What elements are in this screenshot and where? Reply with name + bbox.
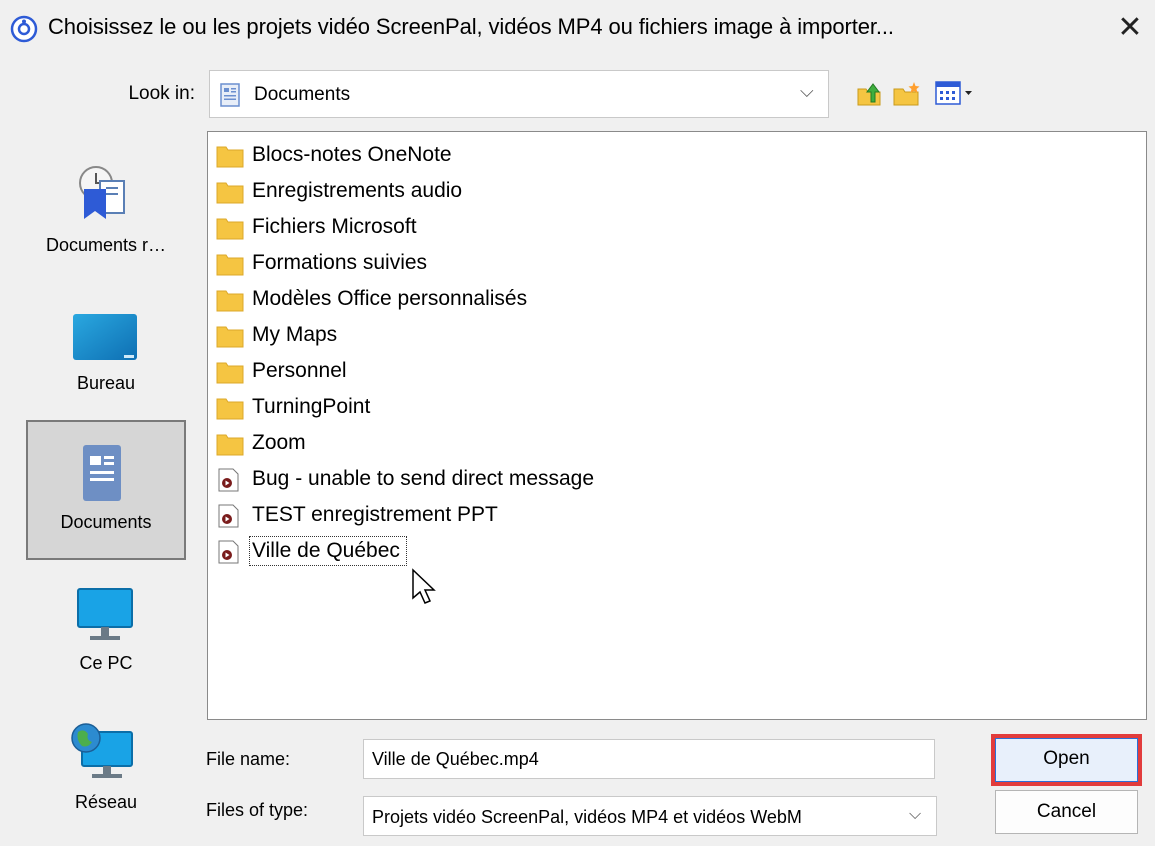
folder-icon: [216, 290, 244, 312]
video-file-icon: [218, 468, 239, 492]
folder-icon: [216, 434, 244, 456]
place-recent-documents[interactable]: Documents r…: [26, 135, 186, 275]
folder-icon: [216, 398, 244, 420]
close-icon[interactable]: ✕: [1110, 8, 1150, 48]
chevron-down-icon: ⌵: [909, 806, 922, 823]
desktop-icon: [73, 314, 137, 360]
look-in-value: Documents: [254, 84, 351, 105]
look-in-label: Look in:: [128, 83, 195, 104]
place-desktop[interactable]: Bureau: [26, 275, 186, 415]
file-type-label: Files of type:: [206, 800, 309, 820]
chevron-down-icon: ⌵: [800, 81, 814, 101]
place-label: Documents: [60, 512, 152, 532]
place-documents[interactable]: Documents: [26, 420, 186, 560]
documents-icon: [220, 83, 240, 107]
folder-icon: [216, 254, 244, 276]
recent-places-icon: [79, 166, 125, 219]
folder-icon: [216, 146, 244, 168]
place-label: Réseau: [74, 792, 138, 812]
file-list[interactable]: Blocs-notes OneNote Enregistrements audi…: [207, 131, 1147, 720]
place-network[interactable]: Réseau: [26, 700, 186, 840]
documents-icon: [83, 445, 121, 501]
file-type-value: Projets vidéo ScreenPal, vidéos MP4 et v…: [372, 807, 802, 827]
folder-icon: [216, 182, 244, 204]
up-folder-icon[interactable]: [855, 80, 883, 108]
window-title: Choisissez le ou les projets vidéo Scree…: [48, 14, 894, 39]
cancel-button[interactable]: Cancel: [995, 790, 1138, 834]
new-folder-icon[interactable]: [892, 80, 922, 108]
view-menu-icon[interactable]: [935, 80, 975, 106]
place-label: Bureau: [76, 373, 136, 393]
title-bar: Choisissez le ou les projets vidéo Scree…: [0, 0, 1155, 60]
video-file-icon: [218, 504, 239, 528]
video-file-icon: [218, 540, 239, 564]
place-label: Ce PC: [79, 653, 133, 673]
folder-icon: [216, 326, 244, 348]
open-button[interactable]: Open: [995, 738, 1138, 782]
screenpal-logo-icon: [10, 15, 38, 43]
places-bar: Documents r… Bureau Documents Ce PC Rése…: [0, 130, 195, 830]
folder-icon: [216, 218, 244, 240]
computer-icon: [77, 588, 133, 640]
look-in-dropdown[interactable]: Documents ⌵: [209, 70, 829, 118]
file-name-label: File name:: [206, 749, 291, 769]
network-icon: [71, 723, 133, 778]
mouse-cursor-icon: [412, 568, 436, 604]
file-type-dropdown[interactable]: Projets vidéo ScreenPal, vidéos MP4 et v…: [363, 796, 937, 836]
place-this-pc[interactable]: Ce PC: [26, 565, 186, 705]
folder-icon: [216, 362, 244, 384]
file-name-input[interactable]: [363, 739, 935, 779]
place-label: Documents r…: [45, 235, 167, 255]
